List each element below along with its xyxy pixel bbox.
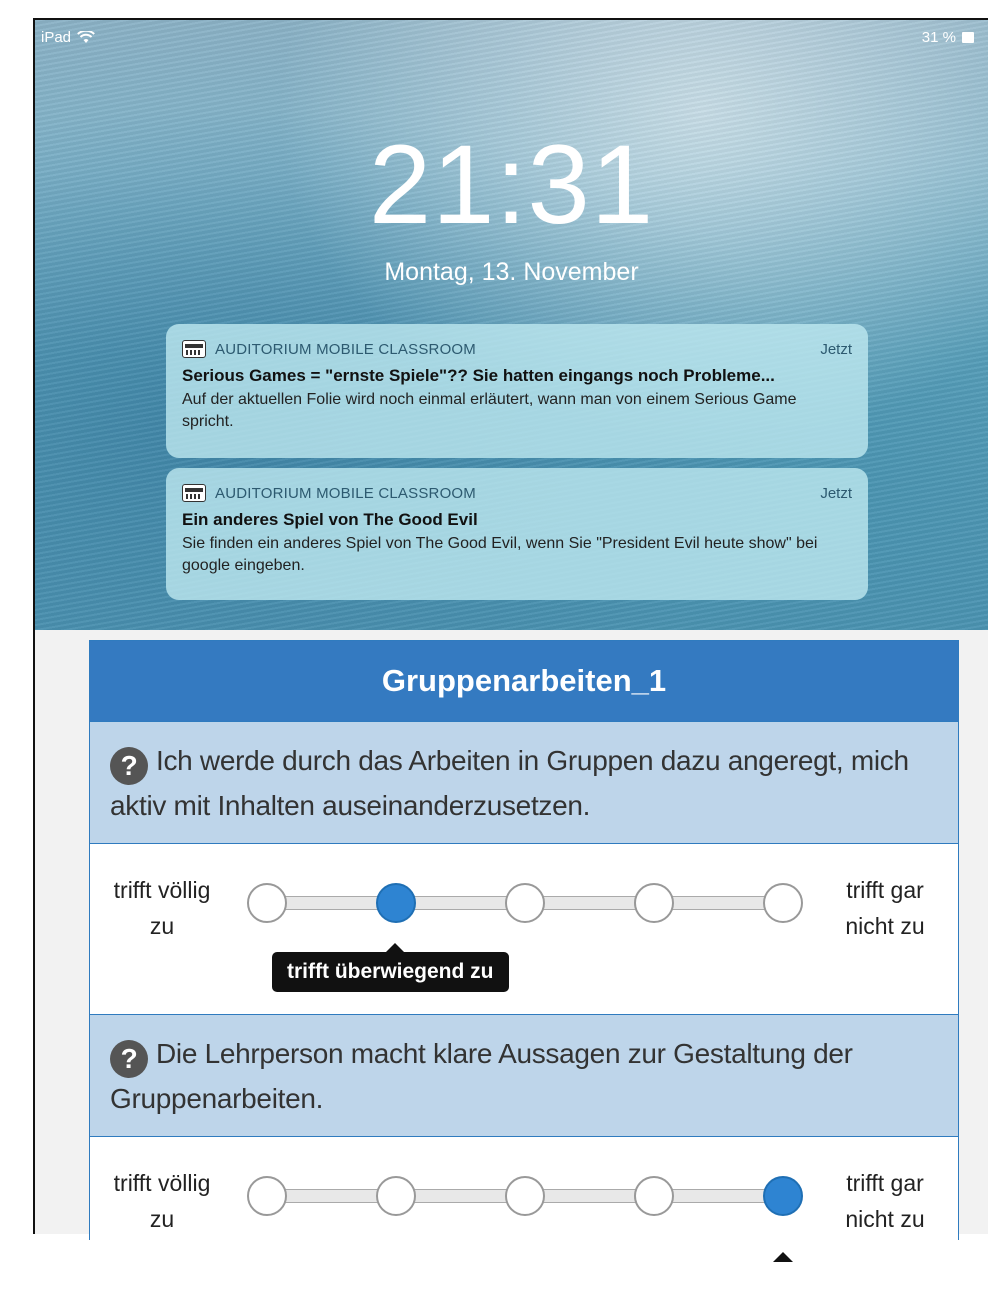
scale-right-label-line1: trifft gar	[846, 877, 924, 903]
scale-right-label: trifft gar nicht zu	[825, 872, 945, 944]
tooltip-arrow	[773, 1252, 793, 1262]
notification-body: Auf der aktuellen Folie wird noch einmal…	[182, 391, 797, 430]
scale-left-label-line2: zu	[149, 913, 175, 939]
question-2: ? Die Lehrperson macht klare Aussagen zur…	[90, 1014, 958, 1137]
lock-clock: 21:31	[368, 122, 655, 247]
status-left: iPad	[41, 29, 95, 46]
question-text: Ich werde durch das Arbeiten in Gruppen …	[110, 745, 909, 821]
notification-body: Sie finden ein anderes Spiel von The Goo…	[182, 535, 818, 574]
battery-icon	[962, 32, 974, 43]
wifi-icon	[77, 31, 95, 43]
scale-left-label: trifft völlig zu	[102, 872, 222, 944]
app-icon	[182, 484, 206, 502]
scale-option-selected[interactable]	[376, 883, 416, 923]
scale-option[interactable]	[247, 883, 287, 923]
lock-screen: iPad 31 % 21:31 Montag, 13. November AUD…	[35, 20, 988, 630]
notification-time: Jetzt	[820, 484, 852, 502]
scale-option[interactable]	[634, 883, 674, 923]
scale-option[interactable]	[763, 883, 803, 923]
rating-scale-2: trifft völlig zu trifft gar nicht zu	[90, 1137, 958, 1307]
app-icon	[182, 340, 206, 358]
question-1: ? Ich werde durch das Arbeiten in Gruppen…	[90, 721, 958, 844]
survey-area: Gruppenarbeiten_1 ? Ich werde durch das A…	[35, 630, 988, 1307]
scale-option[interactable]	[505, 883, 545, 923]
lock-date: Montag, 13. November	[384, 258, 639, 286]
question-text: Die Lehrperson macht klare Aussagen zur …	[110, 1038, 853, 1114]
survey-card: Gruppenarbeiten_1 ? Ich werde durch das A…	[89, 640, 959, 1307]
scale-left-label: trifft völlig zu	[102, 1165, 222, 1237]
scale-right-label-line1: trifft gar	[846, 1170, 924, 1196]
scale-right-label-line2: nicht zu	[845, 1206, 925, 1232]
survey-title: Gruppenarbeiten_1	[90, 641, 958, 721]
scale-option[interactable]	[505, 1176, 545, 1216]
question-circle-icon[interactable]: ?	[110, 747, 148, 785]
selection-tooltip: trifft überwiegend zu	[272, 943, 509, 992]
scale-option-selected[interactable]	[763, 1176, 803, 1216]
notification-app-name: AUDITORIUM MOBILE CLASSROOM	[215, 484, 476, 502]
scale-option[interactable]	[634, 1176, 674, 1216]
notification-card[interactable]: AUDITORIUM MOBILE CLASSROOM Jetzt Ein an…	[166, 468, 868, 600]
scale-option[interactable]	[247, 1176, 287, 1216]
scale-option[interactable]	[376, 1176, 416, 1216]
notification-title: Serious Games = "ernste Spiele"?? Sie ha…	[182, 366, 775, 385]
scale-left-label-line1: trifft völlig	[113, 1170, 211, 1196]
notification-app-name: AUDITORIUM MOBILE CLASSROOM	[215, 340, 476, 358]
notification-card[interactable]: AUDITORIUM MOBILE CLASSROOM Jetzt Seriou…	[166, 324, 868, 458]
notification-time: Jetzt	[820, 340, 852, 358]
notification-header: AUDITORIUM MOBILE CLASSROOM Jetzt	[182, 338, 852, 360]
status-bar: iPad 31 %	[35, 20, 988, 54]
notification-header: AUDITORIUM MOBILE CLASSROOM Jetzt	[182, 482, 852, 504]
rating-scale-1: trifft völlig zu trifft gar nicht zu tri…	[90, 844, 958, 1014]
question-circle-icon[interactable]: ?	[110, 1040, 148, 1078]
notification-title: Ein anderes Spiel von The Good Evil	[182, 510, 478, 529]
scale-left-label-line1: trifft völlig	[113, 877, 211, 903]
device-name: iPad	[41, 29, 72, 46]
scale-right-label: trifft gar nicht zu	[825, 1165, 945, 1237]
scale-left-label-line2: zu	[149, 1206, 175, 1232]
battery-percent: 31 %	[921, 29, 956, 46]
status-right: 31 %	[922, 29, 974, 46]
scale-right-label-line2: nicht zu	[845, 913, 925, 939]
